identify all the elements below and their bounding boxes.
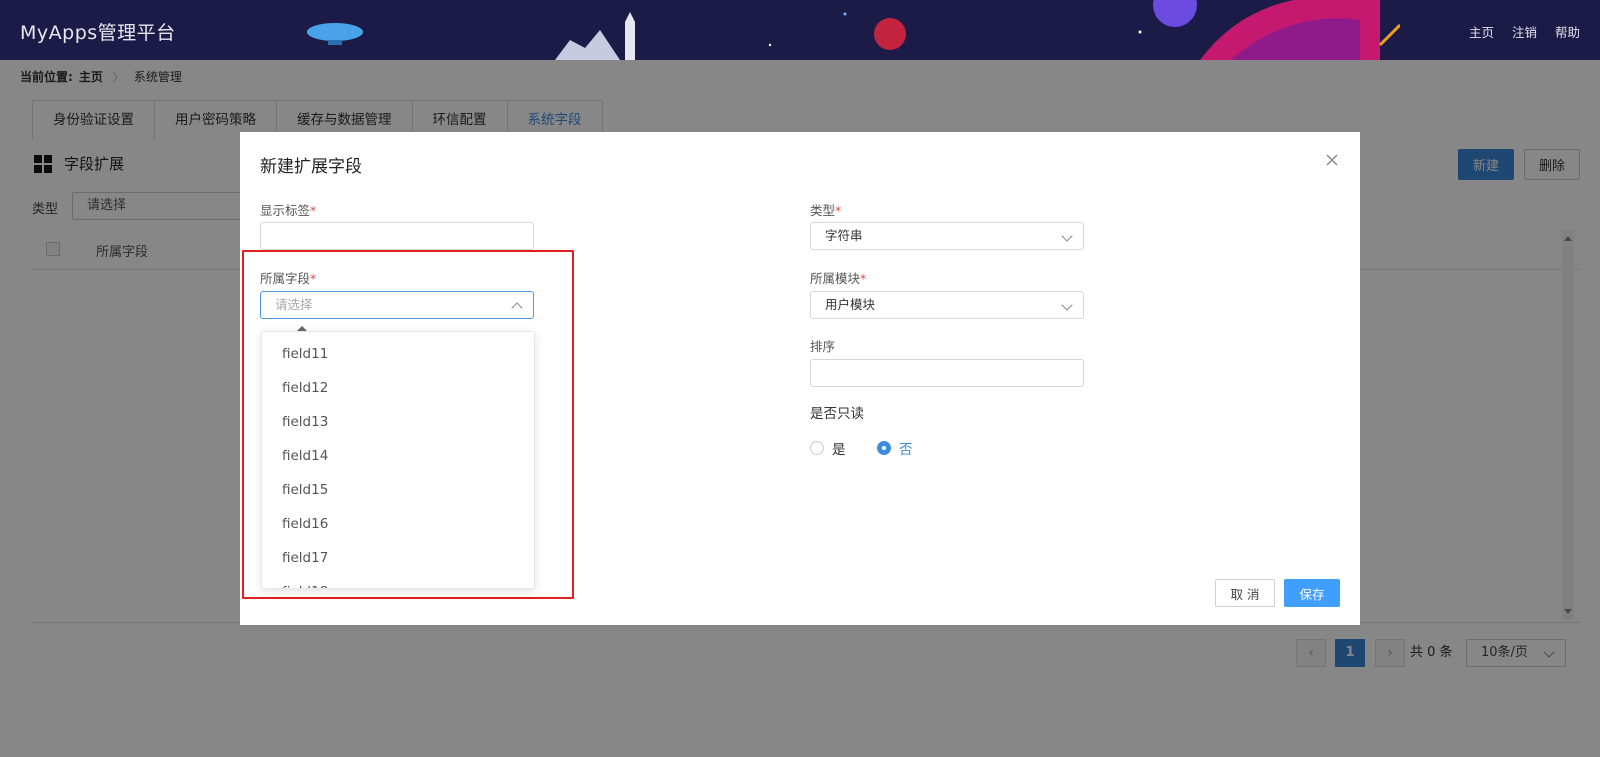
radio-unchecked-icon: [810, 441, 824, 455]
readonly-yes-radio[interactable]: 是: [810, 438, 846, 458]
radio-checked-icon: [877, 441, 891, 455]
dialog-title: 新建扩展字段: [260, 157, 362, 177]
chevron-up-icon: [511, 302, 523, 314]
type-select[interactable]: 字符串: [810, 222, 1084, 250]
readonly-label: 是否只读: [810, 406, 864, 422]
close-icon[interactable]: [1324, 152, 1340, 168]
module-label: 所属模块*: [810, 271, 867, 286]
display-label-input[interactable]: [260, 222, 534, 250]
type-select-value: 字符串: [825, 228, 863, 243]
field-options-dropdown: field11 field12 field13 field14 field15 …: [261, 331, 535, 589]
readonly-yes-label: 是: [832, 442, 846, 458]
type-label: 类型*: [810, 203, 842, 218]
module-select-value: 用户模块: [825, 297, 876, 312]
order-input[interactable]: [810, 359, 1084, 387]
save-button[interactable]: 保存: [1284, 579, 1340, 607]
nav-logout-link[interactable]: 注销: [1512, 22, 1537, 41]
dropdown-option[interactable]: field12: [282, 380, 328, 396]
module-select[interactable]: 用户模块: [810, 291, 1084, 319]
cancel-button[interactable]: 取 消: [1215, 579, 1275, 607]
dropdown-option[interactable]: field16: [282, 516, 328, 532]
field-select[interactable]: 请选择: [260, 291, 534, 319]
app-title: MyApps管理平台: [20, 22, 176, 44]
dropdown-option[interactable]: field18: [282, 584, 328, 588]
nav-home-link[interactable]: 主页: [1469, 22, 1494, 41]
dropdown-option[interactable]: field13: [282, 414, 328, 430]
order-label: 排序: [810, 339, 836, 354]
dropdown-option[interactable]: field17: [282, 550, 328, 566]
field-select-placeholder: 请选择: [275, 297, 313, 312]
header-nav: 主页 注销 帮助: [1469, 22, 1580, 41]
header-illustration-icon: [307, 0, 1400, 60]
dropdown-option[interactable]: field15: [282, 482, 328, 498]
chevron-down-icon: [1061, 230, 1073, 242]
display-label-label: 显示标签*: [260, 203, 317, 218]
nav-help-link[interactable]: 帮助: [1555, 22, 1580, 41]
field-select-label: 所属字段*: [260, 271, 317, 286]
readonly-no-label: 否: [899, 442, 913, 458]
chevron-down-icon: [1061, 299, 1073, 311]
dropdown-option[interactable]: field14: [282, 448, 328, 464]
readonly-no-radio[interactable]: 否: [877, 438, 913, 458]
top-header: MyApps管理平台 主页 注销 帮助: [0, 0, 1600, 60]
dropdown-option[interactable]: field11: [282, 346, 328, 362]
